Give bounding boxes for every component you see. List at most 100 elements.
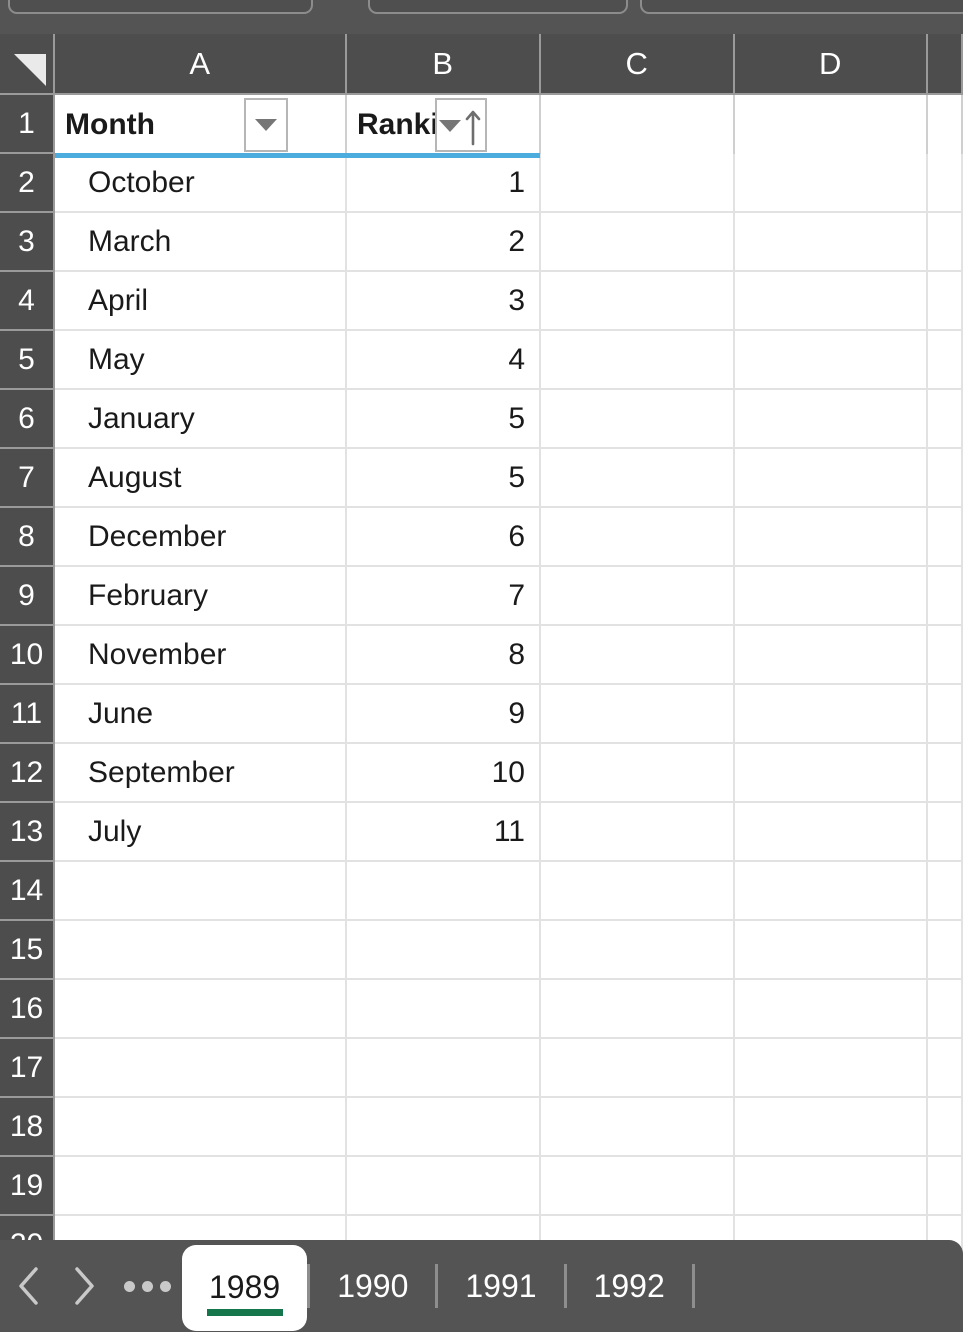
cell-e15[interactable]	[928, 921, 963, 980]
cell-b11[interactable]: 9	[347, 685, 541, 744]
select-all-button[interactable]	[0, 34, 55, 95]
cell-b17[interactable]	[347, 1039, 541, 1098]
cell-a17[interactable]	[55, 1039, 347, 1098]
previous-sheet-button[interactable]	[0, 1240, 56, 1332]
cell-e4[interactable]	[928, 272, 963, 331]
cell-b7[interactable]: 5	[347, 449, 541, 508]
column-header-b[interactable]: B	[347, 34, 541, 95]
sheet-tab-1991[interactable]: 1991	[438, 1240, 563, 1332]
cell-c2[interactable]	[541, 154, 735, 213]
row-header-18[interactable]: 18	[0, 1098, 53, 1157]
row-header-2[interactable]: 2	[0, 154, 53, 213]
more-sheets-button[interactable]	[112, 1240, 182, 1332]
cell-a15[interactable]	[55, 921, 347, 980]
filter-dropdown-month[interactable]	[244, 98, 288, 152]
cell-a18[interactable]	[55, 1098, 347, 1157]
cell-c11[interactable]	[541, 685, 735, 744]
cell-c18[interactable]	[541, 1098, 735, 1157]
cell-a2[interactable]: October	[55, 154, 347, 213]
cell-a12[interactable]: September	[55, 744, 347, 803]
cell-c4[interactable]	[541, 272, 735, 331]
cell-d14[interactable]	[735, 862, 928, 921]
row-header-1[interactable]: 1	[0, 95, 53, 154]
cell-d6[interactable]	[735, 390, 928, 449]
row-header-12[interactable]: 12	[0, 744, 53, 803]
cell-e7[interactable]	[928, 449, 963, 508]
row-header-3[interactable]: 3	[0, 213, 53, 272]
cell-e5[interactable]	[928, 331, 963, 390]
cell-d3[interactable]	[735, 213, 928, 272]
sheet-tab-1990[interactable]: 1990	[310, 1240, 435, 1332]
cell-a11[interactable]: June	[55, 685, 347, 744]
cell-e16[interactable]	[928, 980, 963, 1039]
cell-d8[interactable]	[735, 508, 928, 567]
cell-e13[interactable]	[928, 803, 963, 862]
sheet-tab-1989[interactable]: 1989	[182, 1244, 308, 1331]
cell-c9[interactable]	[541, 567, 735, 626]
next-sheet-button[interactable]	[56, 1240, 112, 1332]
cell-e10[interactable]	[928, 626, 963, 685]
cell-b4[interactable]: 3	[347, 272, 541, 331]
cell-b3[interactable]: 2	[347, 213, 541, 272]
cell-e18[interactable]	[928, 1098, 963, 1157]
cell-d19[interactable]	[735, 1157, 928, 1216]
row-header-17[interactable]: 17	[0, 1039, 53, 1098]
cell-e2[interactable]	[928, 154, 963, 213]
filter-dropdown-ranking-sorted-ascending[interactable]	[435, 98, 487, 152]
cell-c15[interactable]	[541, 921, 735, 980]
cell-d17[interactable]	[735, 1039, 928, 1098]
cell-b15[interactable]	[347, 921, 541, 980]
toolbar-chip-center[interactable]	[368, 0, 628, 14]
row-header-14[interactable]: 14	[0, 862, 53, 921]
row-header-15[interactable]: 15	[0, 921, 53, 980]
cell-a3[interactable]: March	[55, 213, 347, 272]
cell-a4[interactable]: April	[55, 272, 347, 331]
row-header-6[interactable]: 6	[0, 390, 53, 449]
row-header-13[interactable]: 13	[0, 803, 53, 862]
column-header-a[interactable]: A	[55, 34, 347, 95]
cell-b5[interactable]: 4	[347, 331, 541, 390]
cell-c16[interactable]	[541, 980, 735, 1039]
row-header-19[interactable]: 19	[0, 1157, 53, 1216]
cell-a9[interactable]: February	[55, 567, 347, 626]
cell-e1[interactable]	[928, 95, 963, 154]
cell-c1[interactable]	[541, 95, 735, 154]
cell-b8[interactable]: 6	[347, 508, 541, 567]
cell-b19[interactable]	[347, 1157, 541, 1216]
cell-d9[interactable]	[735, 567, 928, 626]
row-header-10[interactable]: 10	[0, 626, 53, 685]
table-header-cell-0[interactable]: Month	[55, 95, 347, 154]
cell-b10[interactable]: 8	[347, 626, 541, 685]
column-header-d[interactable]: D	[735, 34, 928, 95]
cell-c19[interactable]	[541, 1157, 735, 1216]
cell-a16[interactable]	[55, 980, 347, 1039]
cell-d12[interactable]	[735, 744, 928, 803]
cell-c13[interactable]	[541, 803, 735, 862]
cell-d11[interactable]	[735, 685, 928, 744]
cell-d2[interactable]	[735, 154, 928, 213]
cell-d13[interactable]	[735, 803, 928, 862]
row-header-4[interactable]: 4	[0, 272, 53, 331]
cell-e11[interactable]	[928, 685, 963, 744]
cell-a5[interactable]: May	[55, 331, 347, 390]
cell-c6[interactable]	[541, 390, 735, 449]
cell-d15[interactable]	[735, 921, 928, 980]
cell-a13[interactable]: July	[55, 803, 347, 862]
cell-c5[interactable]	[541, 331, 735, 390]
column-header-partial[interactable]	[928, 34, 963, 95]
cell-b13[interactable]: 11	[347, 803, 541, 862]
cell-e6[interactable]	[928, 390, 963, 449]
row-header-8[interactable]: 8	[0, 508, 53, 567]
cell-e17[interactable]	[928, 1039, 963, 1098]
row-header-9[interactable]: 9	[0, 567, 53, 626]
column-header-c[interactable]: C	[541, 34, 735, 95]
cell-d7[interactable]	[735, 449, 928, 508]
cell-c8[interactable]	[541, 508, 735, 567]
cell-b6[interactable]: 5	[347, 390, 541, 449]
row-header-11[interactable]: 11	[0, 685, 53, 744]
cell-a19[interactable]	[55, 1157, 347, 1216]
cell-b12[interactable]: 10	[347, 744, 541, 803]
row-header-16[interactable]: 16	[0, 980, 53, 1039]
cell-c10[interactable]	[541, 626, 735, 685]
cell-e8[interactable]	[928, 508, 963, 567]
